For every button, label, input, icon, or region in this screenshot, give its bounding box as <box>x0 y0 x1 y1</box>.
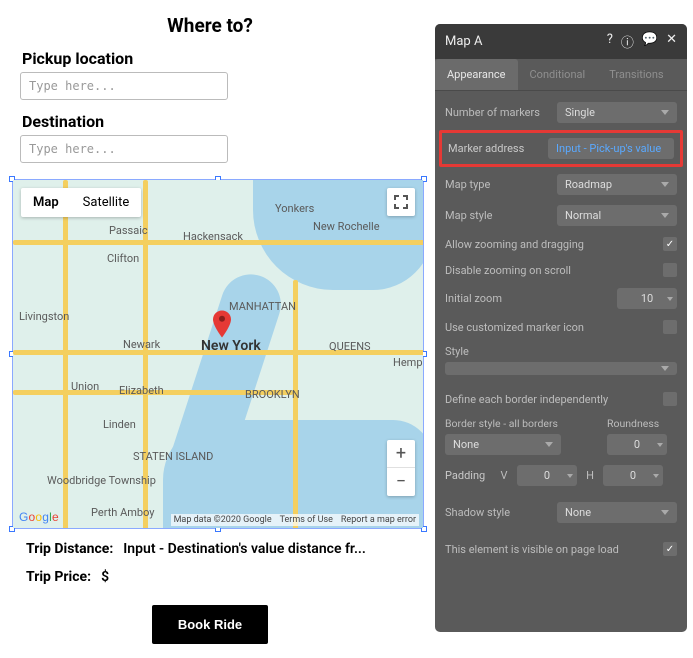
define-border-checkbox[interactable] <box>663 392 677 406</box>
properties-panel: Map A ? ⓘ 💬 ✕ Appearance Conditional Tra… <box>435 24 687 632</box>
roundness-input[interactable]: 0 <box>607 434 667 455</box>
map-city-label: Linden <box>103 418 136 431</box>
map-city-label: STATEN ISLAND <box>133 450 213 463</box>
trip-distance-value: Input - Destination's value distance fr.… <box>123 541 366 557</box>
border-style-select[interactable]: None <box>445 434 561 455</box>
map-style-label: Map style <box>445 209 557 222</box>
map-credits: Map data ©2020 Google Terms of Use Repor… <box>171 514 419 526</box>
padding-h-input[interactable]: 0 <box>603 465 663 486</box>
trip-price-row: Trip Price: $ <box>26 569 408 585</box>
tab-conditional[interactable]: Conditional <box>518 59 598 90</box>
panel-title: Map A <box>445 34 482 49</box>
padding-v-input[interactable]: 0 <box>517 465 577 486</box>
book-ride-button[interactable]: Book Ride <box>152 605 268 644</box>
disable-scroll-label: Disable zooming on scroll <box>445 264 663 277</box>
pickup-input[interactable] <box>20 72 228 100</box>
num-markers-label: Number of markers <box>445 106 557 119</box>
map-main-label: New York <box>201 338 261 354</box>
custom-marker-label: Use customized marker icon <box>445 321 663 334</box>
map-city-label: Newark <box>123 338 160 351</box>
map-type-label: Map type <box>445 178 557 191</box>
map-marker-icon <box>213 310 231 338</box>
map-city-label: QUEENS <box>329 340 371 353</box>
trip-price-value: $ <box>101 569 109 585</box>
help-icon[interactable]: ? <box>607 32 613 51</box>
map-style-select[interactable]: Normal <box>557 205 677 226</box>
map-type-map[interactable]: Map <box>21 188 71 217</box>
define-border-label: Define each border independently <box>445 393 663 406</box>
map-city-label: Livingston <box>19 310 69 323</box>
allow-zoom-checkbox[interactable]: ✓ <box>663 237 677 251</box>
map-city-label: Perth Amboy <box>91 506 154 519</box>
shadow-label: Shadow style <box>445 506 557 519</box>
zoom-in-button[interactable]: + <box>387 440 415 468</box>
marker-address-row: Marker address Input - Pick-up's value <box>439 130 683 167</box>
style-select[interactable] <box>445 362 677 375</box>
panel-header[interactable]: Map A ? ⓘ 💬 ✕ <box>435 24 687 59</box>
map-city-label: Yonkers <box>275 202 314 215</box>
map-type-select[interactable]: Roadmap <box>557 174 677 195</box>
map-city-label: Passaic <box>109 224 148 237</box>
border-style-label: Border style - all borders <box>445 417 595 430</box>
destination-input[interactable] <box>20 135 228 163</box>
map-city-label: Clifton <box>107 252 139 265</box>
style-label: Style <box>445 345 677 358</box>
map-city-label: Hackensack <box>183 230 243 243</box>
padding-v-label: V <box>499 469 509 482</box>
map-city-label: Hempstead <box>393 356 423 369</box>
destination-label: Destination <box>22 112 408 131</box>
map-city-label: Woodbridge Township <box>47 474 156 487</box>
map-city-label: Elizabeth <box>119 384 164 397</box>
fullscreen-icon <box>394 195 408 209</box>
trip-distance-row: Trip Distance: Input - Destination's val… <box>26 541 408 557</box>
comment-icon[interactable]: 💬 <box>642 32 658 51</box>
padding-h-label: H <box>585 469 595 482</box>
map-city-label: MANHATTAN <box>229 300 296 313</box>
app-main: Where to? Pickup location Destination Pa… <box>0 0 420 644</box>
map-element[interactable]: PatersonYonkersHackensackNew RochellePas… <box>12 179 424 529</box>
padding-label: Padding <box>445 469 491 482</box>
initial-zoom-label: Initial zoom <box>445 292 617 305</box>
tab-transitions[interactable]: Transitions <box>597 59 675 90</box>
shadow-select[interactable]: None <box>557 502 677 523</box>
visible-checkbox[interactable]: ✓ <box>663 542 677 556</box>
roundness-label: Roundness <box>607 417 677 430</box>
panel-body: Number of markers Single Marker address … <box>435 91 687 632</box>
close-icon[interactable]: ✕ <box>666 32 677 51</box>
map-city-label: New Rochelle <box>313 220 380 233</box>
map-terms-link[interactable]: Terms of Use <box>280 515 333 525</box>
map-credit: Map data ©2020 Google <box>174 515 272 525</box>
map-city-label: BROOKLYN <box>245 388 300 401</box>
custom-marker-checkbox[interactable] <box>663 320 677 334</box>
initial-zoom-input[interactable]: 10 <box>617 288 677 309</box>
zoom-out-button[interactable]: − <box>387 468 415 496</box>
tab-appearance[interactable]: Appearance <box>435 59 518 90</box>
zoom-controls[interactable]: + − <box>387 440 415 496</box>
info-icon[interactable]: ⓘ <box>621 32 634 51</box>
allow-zoom-label: Allow zooming and dragging <box>445 238 663 251</box>
fullscreen-button[interactable] <box>387 188 415 216</box>
disable-scroll-checkbox[interactable] <box>663 263 677 277</box>
map-report-link[interactable]: Report a map error <box>341 515 416 525</box>
marker-address-label: Marker address <box>448 142 524 155</box>
map-type-switch[interactable]: Map Satellite <box>21 188 141 217</box>
marker-address-input[interactable]: Input - Pick-up's value <box>548 138 674 159</box>
num-markers-select[interactable]: Single <box>557 102 677 123</box>
trip-distance-label: Trip Distance: <box>26 541 113 557</box>
map-type-satellite[interactable]: Satellite <box>71 188 142 217</box>
trip-price-label: Trip Price: <box>26 569 91 585</box>
map-city-label: Union <box>71 380 99 393</box>
page-title: Where to? <box>12 14 408 37</box>
visible-label: This element is visible on page load <box>445 543 663 556</box>
map-canvas[interactable]: PatersonYonkersHackensackNew RochellePas… <box>13 180 423 528</box>
google-logo: Google <box>19 510 59 524</box>
pickup-label: Pickup location <box>22 49 408 68</box>
panel-tabs: Appearance Conditional Transitions <box>435 59 687 91</box>
